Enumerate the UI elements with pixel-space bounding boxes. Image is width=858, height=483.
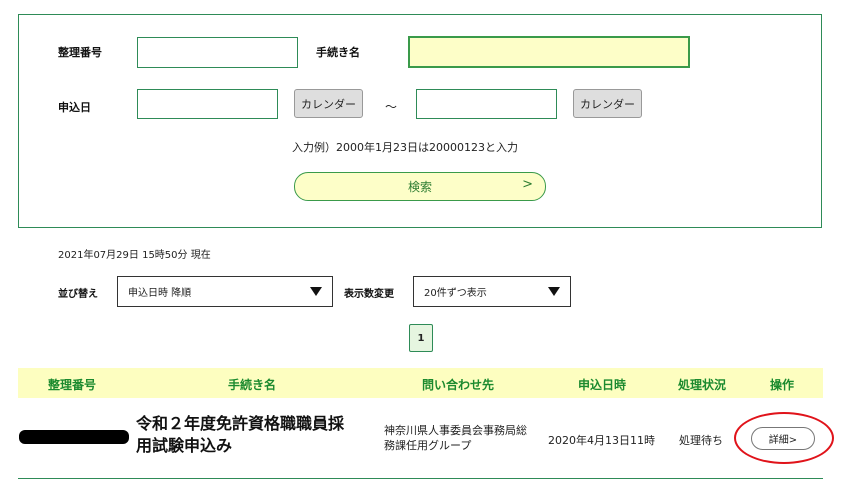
count-select-value: 20件ずつ表示 <box>424 288 487 299</box>
contact-line: 務課任用グループ <box>384 439 472 452</box>
ref-no-input[interactable] <box>137 37 298 68</box>
dropdown-arrow-icon <box>548 287 560 296</box>
sort-select-value: 申込日時 降順 <box>128 288 192 299</box>
procedure-title[interactable]: 令和２年度免許資格職職員採 用試験申込み <box>136 413 344 457</box>
count-select[interactable]: 20件ずつ表示 <box>413 276 571 307</box>
date-hint: 入力例）2000年1月23日は20000123と入力 <box>292 141 518 154</box>
procedure-label: 手続き名 <box>316 46 360 59</box>
apply-datetime: 2020年4月13日11時 <box>548 434 655 447</box>
column-header: 問い合わせ先 <box>422 378 495 392</box>
contact-info: 神奈川県人事委員会事務局総 務課任用グループ <box>384 423 527 453</box>
column-header: 手続き名 <box>228 378 277 392</box>
page-button-current[interactable]: 1 <box>409 324 433 352</box>
dropdown-arrow-icon <box>310 287 322 296</box>
column-header: 処理状況 <box>678 378 727 392</box>
apply-date-label: 申込日 <box>58 101 91 114</box>
column-header: 操作 <box>770 378 795 392</box>
column-header: 整理番号 <box>48 378 97 392</box>
highlight-circle <box>734 412 834 464</box>
current-timestamp: 2021年07月29日 15時50分 現在 <box>58 250 211 261</box>
results-table-header: 整理番号 手続き名 問い合わせ先 申込日時 処理状況 操作 <box>18 368 823 398</box>
calendar-button-to[interactable]: カレンダー <box>573 89 642 118</box>
calendar-button-from[interactable]: カレンダー <box>294 89 363 118</box>
search-button[interactable]: 検索 > <box>294 172 546 201</box>
sort-select[interactable]: 申込日時 降順 <box>117 276 333 307</box>
ref-no-label: 整理番号 <box>58 46 102 59</box>
date-to-input[interactable] <box>416 89 557 119</box>
procedure-input[interactable] <box>408 36 690 68</box>
count-label: 表示数変更 <box>344 289 394 300</box>
procedure-title-line: 令和２年度免許資格職職員採 <box>136 414 345 433</box>
table-bottom-border <box>18 478 823 479</box>
procedure-title-line: 用試験申込み <box>136 436 233 455</box>
search-button-label: 検索 <box>407 180 432 194</box>
range-tilde: ～ <box>385 100 398 114</box>
column-header: 申込日時 <box>578 378 627 392</box>
chevron-right-icon: > <box>522 177 533 192</box>
contact-line: 神奈川県人事委員会事務局総 <box>384 424 527 437</box>
date-from-input[interactable] <box>137 89 278 119</box>
redacted-ref-no <box>19 430 129 444</box>
status-text: 処理待ち <box>679 434 723 447</box>
sort-label: 並び替え <box>58 289 98 300</box>
